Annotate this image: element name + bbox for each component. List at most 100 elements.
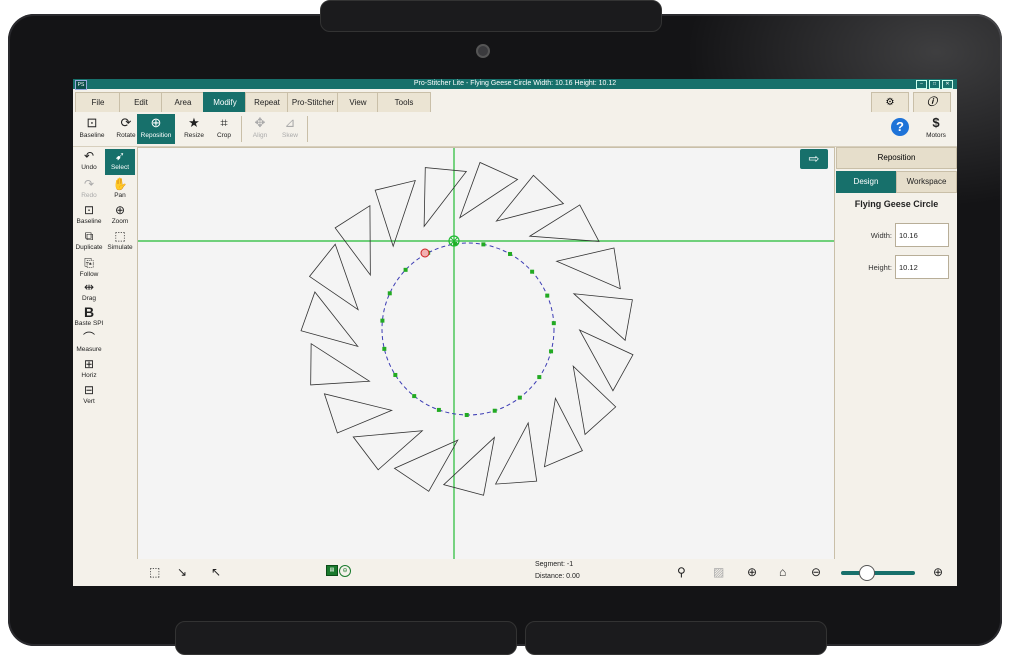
tab-file[interactable]: File xyxy=(75,92,121,113)
path-node xyxy=(492,408,497,413)
vert-lock-button[interactable]: ⊟ Vert xyxy=(74,383,104,409)
expand-panel-arrow-icon[interactable]: ⇨ xyxy=(800,149,828,169)
drag-icon: ⇹ xyxy=(83,280,95,294)
select-arrow-icon[interactable]: ↘ xyxy=(177,563,187,581)
goose-triangle xyxy=(543,397,583,468)
path-node xyxy=(517,395,522,400)
duplicate-button[interactable]: ⧉ Duplicate xyxy=(74,229,104,255)
path-node xyxy=(412,394,417,399)
goose-triangle xyxy=(352,430,424,471)
measure-button[interactable]: ⌒ Measure xyxy=(74,331,104,357)
tab-tools[interactable]: Tools xyxy=(377,92,431,113)
baste-spi-button[interactable]: B Baste SPI xyxy=(74,305,104,331)
zoom-icon: ⊕ xyxy=(114,203,126,217)
select-button[interactable]: ➹ Select xyxy=(105,149,135,175)
width-label: Width: xyxy=(870,231,892,240)
skew-icon: ⊿ xyxy=(284,115,296,130)
tab-design[interactable]: Design xyxy=(836,171,896,193)
zoom-slider[interactable] xyxy=(841,571,915,575)
path-node xyxy=(393,372,398,377)
crop-tool[interactable]: ⌗ Crop xyxy=(207,114,241,144)
resize-tool[interactable]: ★ Resize xyxy=(177,114,211,144)
zoom-out-icon[interactable]: ⊖ xyxy=(811,563,821,581)
node-icon[interactable]: ⊖ xyxy=(339,565,351,577)
baseline-tool[interactable]: ⊡ Baseline xyxy=(75,114,109,144)
drag-button[interactable]: ⇹ Drag xyxy=(74,280,104,306)
undo-icon: ↶ xyxy=(83,149,95,163)
menu-bar: File Edit Area Modify Repeat Pro-Stitche… xyxy=(73,90,957,114)
crop-label: Crop xyxy=(216,132,232,139)
tab-edit[interactable]: Edit xyxy=(119,92,163,113)
horiz-label: Horiz xyxy=(81,372,97,379)
align-icon: ✥ xyxy=(254,115,266,130)
goose-triangle xyxy=(310,342,371,386)
undo-button[interactable]: ↶ Undo xyxy=(74,149,104,175)
layer-icon[interactable]: ▤ xyxy=(326,565,338,576)
duplicate-icon: ⧉ xyxy=(84,229,94,243)
tab-view[interactable]: View xyxy=(337,92,379,113)
path-node xyxy=(380,318,385,323)
tab-area[interactable]: Area xyxy=(161,92,205,113)
tab-modify[interactable]: Modify xyxy=(203,92,247,113)
select-back-icon[interactable]: ↖ xyxy=(211,563,221,581)
help-icon[interactable]: ? xyxy=(891,118,909,136)
select-icon: ➹ xyxy=(114,149,126,163)
design-canvas[interactable] xyxy=(137,147,835,560)
align-tool[interactable]: ✥ Align xyxy=(243,114,277,144)
select-box-icon[interactable]: ⬚ xyxy=(149,563,160,581)
reposition-tool[interactable]: ⊕ Reposition xyxy=(137,114,175,144)
zoom-slider-thumb[interactable] xyxy=(859,565,876,581)
height-field[interactable]: 10.12 xyxy=(895,255,949,279)
tablet-clip-bottom-right xyxy=(525,621,827,655)
maximize-button[interactable]: □ xyxy=(929,80,940,89)
settings-icon[interactable]: ⚙ xyxy=(871,92,909,114)
info-icon[interactable]: ⓘ xyxy=(913,92,951,114)
minimize-button[interactable]: – xyxy=(916,80,927,89)
redo-button[interactable]: ↷ Redo xyxy=(74,177,104,203)
path-node xyxy=(436,407,441,412)
resize-icon: ★ xyxy=(188,115,200,130)
image-icon[interactable]: ▨ xyxy=(713,563,724,581)
close-button[interactable]: ✕ xyxy=(942,80,953,89)
baste-icon: B xyxy=(83,304,95,320)
crop-icon: ⌗ xyxy=(220,115,228,130)
path-node xyxy=(537,375,542,380)
panel-header: Reposition xyxy=(836,147,957,169)
skew-tool[interactable]: ⊿ Skew xyxy=(273,114,307,144)
home-icon[interactable]: ⌂ xyxy=(779,563,786,581)
baseline-left-button[interactable]: ⊡ Baseline xyxy=(74,203,104,229)
align-label: Align xyxy=(252,132,268,139)
tab-workspace[interactable]: Workspace xyxy=(896,171,957,193)
tab-pro-stitcher[interactable]: Pro-Stitcher xyxy=(287,92,339,113)
follow-button[interactable]: ⎘ Follow xyxy=(74,256,104,282)
zoom-fit-icon[interactable]: ⊕ xyxy=(747,563,757,581)
goose-triangle xyxy=(334,204,371,277)
design-drawing[interactable] xyxy=(138,148,834,559)
goose-triangle xyxy=(393,439,459,492)
status-bar: ⬚ ↘ ↖ ▤ ⊖ Segment: -1 Distance: 0.00 ⚲ ▨… xyxy=(73,559,957,586)
motors-label: Motors xyxy=(926,132,946,139)
height-label: Height: xyxy=(868,263,892,272)
rotate-label: Rotate xyxy=(116,132,136,139)
lock-icon: ⊟ xyxy=(83,383,95,397)
motors-button[interactable]: $ Motors xyxy=(919,114,953,144)
sew-path-icon[interactable]: ⚲ xyxy=(677,563,686,581)
goose-triangle xyxy=(458,161,519,219)
baseline-left-label: Baseline xyxy=(76,218,102,225)
reposition-label: Reposition xyxy=(140,132,172,139)
start-marker xyxy=(420,248,430,258)
zoom-button[interactable]: ⊕ Zoom xyxy=(105,203,135,229)
goose-triangle xyxy=(494,421,538,485)
zoom-in-icon[interactable]: ⊕ xyxy=(933,563,943,581)
simulate-button[interactable]: ⬚ Simulate xyxy=(105,229,135,255)
tab-repeat[interactable]: Repeat xyxy=(245,92,289,113)
path-node xyxy=(464,412,469,417)
horiz-lock-button[interactable]: ⊞ Horiz xyxy=(74,357,104,383)
width-field[interactable]: 10.16 xyxy=(895,223,949,247)
zoom-label: Zoom xyxy=(111,218,129,225)
drag-label: Drag xyxy=(81,295,97,302)
pan-button[interactable]: ✋ Pan xyxy=(105,177,135,203)
right-panel: Reposition Design Workspace Flying Geese… xyxy=(836,147,957,558)
toolbar-divider xyxy=(307,116,308,142)
path-node xyxy=(481,242,486,247)
